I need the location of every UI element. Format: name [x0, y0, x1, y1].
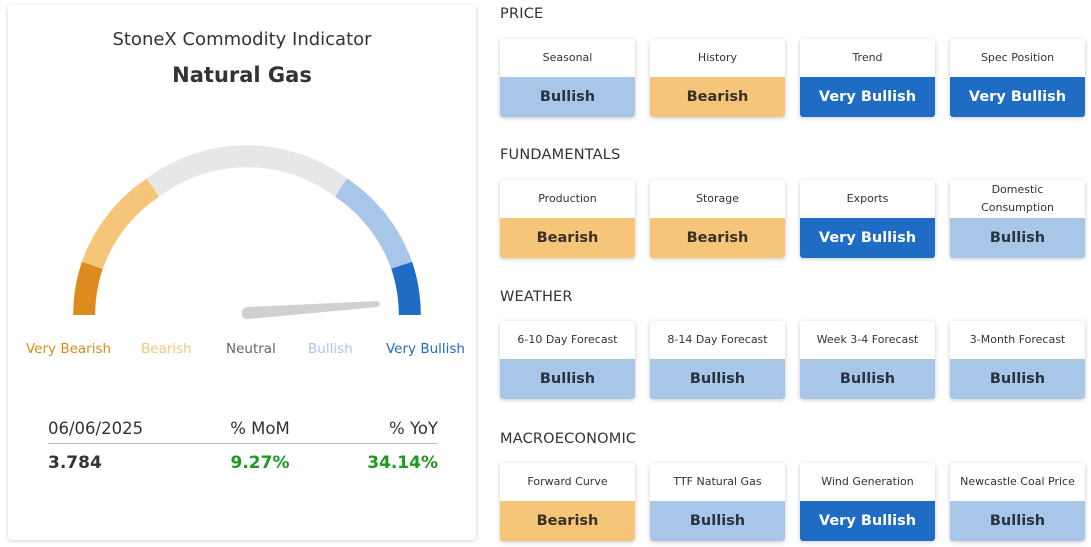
tile-value: Bullish [500, 77, 635, 117]
stats-mom-header: % MoM [230, 419, 290, 438]
tile-value: Very Bullish [950, 77, 1085, 117]
tile-label: History [697, 51, 738, 64]
stats-value-row: 3.784 9.27% 34.14% [48, 444, 438, 478]
tile-value: Bullish [950, 501, 1085, 541]
gauge-segment-very-bearish [73, 261, 103, 316]
stats-header-row: 06/06/2025 % MoM % YoY [48, 410, 438, 444]
tile-label: Exports [846, 192, 889, 205]
tile-6-10-day-forecast[interactable]: 6-10 Day Forecast Bullish [500, 321, 635, 399]
tile-label: Forward Curve [527, 475, 608, 488]
tile-label: Spec Position [980, 51, 1055, 64]
gauge-segment-neutral [146, 145, 348, 197]
gauge-segment-bearish [81, 178, 160, 270]
section-title-weather: WEATHER [500, 289, 573, 305]
section-title-fundamentals: FUNDAMENTALS [500, 147, 621, 163]
gauge-segment-very-bullish [391, 261, 421, 316]
tile-value: Bearish [500, 501, 635, 541]
tile-history[interactable]: History Bearish [650, 39, 785, 117]
gauge-label-very-bearish: Very Bearish [26, 341, 112, 357]
tile-value: Very Bullish [800, 77, 935, 117]
section-title-macroeconomic: MACROECONOMIC [500, 431, 637, 447]
stats-yoy-value: 34.14% [367, 453, 438, 473]
tile-value: Bullish [950, 218, 1085, 258]
indicator-card: StoneX Commodity Indicator Natural Gas V… [8, 5, 476, 540]
tile-ttf-natural-gas[interactable]: TTF Natural Gas Bullish [650, 463, 785, 541]
tile-label: 3-Month Forecast [969, 333, 1066, 346]
tile-newcastle-coal-price[interactable]: Newcastle Coal Price Bullish [950, 463, 1085, 541]
tile-value: Bearish [650, 218, 785, 258]
tile-production[interactable]: Production Bearish [500, 180, 635, 258]
tile-3-month-forecast[interactable]: 3-Month Forecast Bullish [950, 321, 1085, 399]
stats-price: 3.784 [48, 453, 102, 473]
gauge-labels: Very Bearish Bearish Neutral Bullish Ver… [8, 341, 476, 361]
tile-label: Domestic Consumption [981, 183, 1054, 214]
tile-8-14-day-forecast[interactable]: 8-14 Day Forecast Bullish [650, 321, 785, 399]
tile-label: Week 3-4 Forecast [816, 333, 919, 346]
tile-label: 6-10 Day Forecast [517, 333, 618, 346]
tile-value: Very Bullish [800, 501, 935, 541]
tile-week-3-4-forecast[interactable]: Week 3-4 Forecast Bullish [800, 321, 935, 399]
tile-value: Bullish [500, 359, 635, 399]
gauge-label-neutral: Neutral [226, 341, 276, 357]
tile-value: Bullish [650, 501, 785, 541]
gauge-label-bearish: Bearish [141, 341, 192, 357]
tile-value: Bearish [650, 77, 785, 117]
tile-wind-generation[interactable]: Wind Generation Very Bullish [800, 463, 935, 541]
tile-seasonal[interactable]: Seasonal Bullish [500, 39, 635, 117]
tile-label: Newcastle Coal Price [960, 475, 1075, 488]
gauge-segment-bullish [334, 178, 413, 270]
tile-label: Production [538, 192, 597, 205]
tile-trend[interactable]: Trend Very Bullish [800, 39, 935, 117]
tile-label: Seasonal [542, 51, 593, 64]
gauge-label-bullish: Bullish [308, 341, 353, 357]
tile-spec-position[interactable]: Spec Position Very Bullish [950, 39, 1085, 117]
tile-domestic-consumption[interactable]: Domestic Consumption Bullish [950, 180, 1085, 258]
stats-date: 06/06/2025 [48, 419, 144, 438]
tile-label: 8-14 Day Forecast [667, 333, 768, 346]
tile-forward-curve[interactable]: Forward Curve Bearish [500, 463, 635, 541]
gauge-label-very-bullish: Very Bullish [386, 341, 465, 357]
stats-mom-value: 9.27% [230, 453, 290, 473]
tile-label: Trend [852, 51, 883, 64]
tile-value: Bearish [500, 218, 635, 258]
tile-exports[interactable]: Exports Very Bullish [800, 180, 935, 258]
tile-storage[interactable]: Storage Bearish [650, 180, 785, 258]
tile-value: Very Bullish [800, 218, 935, 258]
tile-label: Storage [695, 192, 740, 205]
sentiment-gauge [73, 145, 421, 319]
section-title-price: PRICE [500, 6, 544, 22]
tile-label: Wind Generation [821, 475, 914, 488]
gauge-needle [241, 301, 380, 319]
price-stats: 06/06/2025 % MoM % YoY 3.784 9.27% 34.14… [48, 410, 438, 478]
tile-label: TTF Natural Gas [673, 475, 762, 488]
tile-value: Bullish [650, 359, 785, 399]
stats-yoy-header: % YoY [389, 419, 438, 438]
tile-value: Bullish [950, 359, 1085, 399]
tile-value: Bullish [800, 359, 935, 399]
